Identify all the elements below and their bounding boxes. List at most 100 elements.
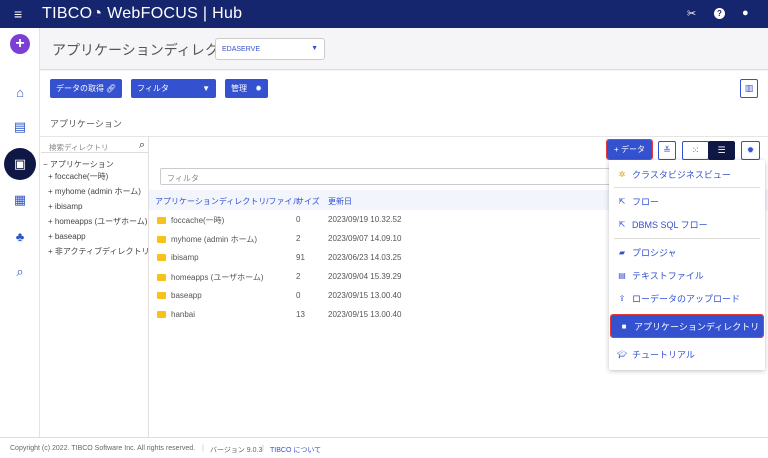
brand-logo: TIBCO◔ WebFOCUS | Hub [42, 5, 243, 22]
menu-item-tutorial[interactable]: 🎓︎ チュートリアル [609, 344, 765, 364]
filter-button[interactable]: フィルタ ▼ [131, 79, 216, 98]
settings-button[interactable]: ✹ [741, 141, 760, 160]
folder-icon [157, 217, 166, 224]
menu-item-cluster-view[interactable]: ✲ クラスタビジネスビュー [609, 164, 765, 184]
search-icon[interactable]: ⌕ [8, 260, 32, 284]
row-name[interactable]: ibisamp [157, 253, 199, 262]
search-placeholder: 検索ディレクトリ [49, 143, 109, 152]
title-bar: アプリケーションディレクトリ EDASERVE ▼ [40, 28, 768, 70]
row-size: 13 [296, 310, 305, 319]
divider [614, 187, 760, 188]
divider [614, 238, 760, 239]
column-header[interactable]: サイズ [296, 196, 320, 207]
panel-toggle-button[interactable]: ▥ [740, 79, 758, 98]
row-date: 2023/06/23 14.03.25 [328, 253, 402, 262]
menu-item-dbms-sql-flow[interactable]: ⇱ DBMS SQL フロー [609, 214, 765, 234]
table-row[interactable]: homeapps (ユーザホーム) 2 2023/09/04 15.39.29 [149, 267, 609, 286]
sort-icon: ≚ [663, 145, 671, 155]
tree-item[interactable]: + homeapps (ユーザホーム) [43, 216, 149, 228]
flow-icon: ⇱ [618, 219, 626, 229]
get-data-button[interactable]: データの取得 🔗︎ [50, 79, 122, 98]
help-icon[interactable]: ? [714, 8, 725, 19]
row-size: 0 [296, 291, 301, 300]
hamburger-menu-icon[interactable]: ≡ [14, 6, 22, 22]
menu-item-upload[interactable]: ⇪ ローデータのアップロード [609, 288, 765, 308]
add-data-button[interactable]: + データ [606, 139, 653, 160]
menu-item-procedure[interactable]: ▰ プロシジャ [609, 242, 765, 262]
tree-item[interactable]: + ibisamp [43, 201, 149, 213]
server-select-value: EDASERVE [222, 46, 260, 53]
row-name[interactable]: homeapps (ユーザホーム) [157, 272, 264, 283]
folder-icon [157, 274, 166, 281]
table-row[interactable]: myhome (admin ホーム) 2 2023/09/07 14.09.10 [149, 229, 609, 248]
directory-tree: − アプリケーション + foccache(一時) + myhome (admi… [43, 159, 149, 258]
data-icon[interactable]: ▣ [4, 148, 36, 180]
tree-item[interactable]: + foccache(一時) [43, 171, 149, 183]
folder-icon [157, 254, 166, 261]
manage-button[interactable]: 管理 ✹ [225, 79, 268, 98]
chevron-down-icon: ▼ [311, 45, 318, 52]
column-header[interactable]: 更新日 [328, 196, 352, 207]
list-view-button[interactable]: ☰ [708, 141, 735, 160]
add-icon[interactable]: + [10, 34, 30, 54]
tree-item[interactable]: + baseapp [43, 231, 149, 243]
row-size: 2 [296, 272, 301, 281]
user-icon[interactable]: ● [742, 7, 749, 19]
scroll-icon: ▰ [618, 247, 626, 257]
row-name[interactable]: hanbai [157, 310, 195, 319]
row-date: 2023/09/19 10.32.52 [328, 215, 402, 224]
row-size: 0 [296, 215, 301, 224]
row-size: 2 [296, 234, 301, 243]
filter-placeholder: フィルタ [167, 174, 199, 183]
column-header[interactable]: アプリケーションディレクトリ/ファイル [155, 196, 301, 207]
content-filter-input[interactable]: フィルタ [160, 168, 620, 185]
app-header: ≡ TIBCO◔ WebFOCUS | Hub ✂ ? ● [0, 0, 768, 28]
tree-search-input[interactable]: 検索ディレクトリ ⌕ [41, 139, 148, 153]
table-row[interactable]: baseapp 0 2023/09/15 13.00.40 [149, 286, 609, 305]
workspaces-icon[interactable]: ▦ [8, 188, 32, 212]
row-date: 2023/09/07 14.09.10 [328, 234, 402, 243]
section-label: アプリケーション [50, 119, 122, 129]
graduation-cap-icon: 🎓︎ [617, 349, 628, 359]
home-icon[interactable]: ⌂ [8, 80, 32, 104]
server-select[interactable]: EDASERVE ▼ [215, 38, 325, 60]
folder-icon [157, 292, 166, 299]
footer: Copyright (c) 2022. TIBCO Software Inc. … [0, 437, 768, 458]
folder-icon [157, 236, 166, 243]
side-rail: + ⌂ ▤ ▣ ▦ ♣ ⌕ [0, 28, 40, 437]
users-icon[interactable]: ♣ [8, 224, 32, 248]
menu-item-app-directory[interactable]: ■ アプリケーションディレクトリ [610, 314, 764, 338]
menu-item-text-file[interactable]: ▤ テキストファイル [609, 265, 765, 285]
search-icon[interactable]: ⌕ [139, 139, 145, 152]
table-row[interactable]: ibisamp 91 2023/06/23 14.03.25 [149, 248, 609, 267]
grid-view-button[interactable]: ⁙ [682, 141, 709, 160]
panel-icon: ▥ [744, 83, 754, 93]
table-row[interactable]: foccache(一時) 0 2023/09/19 10.32.52 [149, 210, 609, 229]
about-link[interactable]: TIBCO について [270, 445, 321, 455]
folder-icon [157, 311, 166, 318]
tree-item[interactable]: + 非アクティブディレクトリ [43, 246, 149, 258]
row-date: 2023/09/15 13.00.40 [328, 291, 402, 300]
cluster-icon: ✲ [618, 169, 626, 179]
row-size: 91 [296, 253, 305, 262]
funnel-icon: ▼ [202, 84, 210, 93]
menu-item-flow[interactable]: ⇱ フロー [609, 191, 765, 211]
grid-icon: ⁙ [691, 145, 700, 155]
tools-icon[interactable]: ✂ [687, 7, 696, 20]
table-row[interactable]: hanbai 13 2023/09/15 13.00.40 [149, 305, 609, 324]
upload-icon: ⇪ [618, 293, 626, 303]
version-text: バージョン 9.0.3 [210, 447, 263, 454]
reports-icon[interactable]: ▤ [8, 115, 32, 139]
row-name[interactable]: myhome (admin ホーム) [157, 234, 257, 245]
tree-root[interactable]: − アプリケーション [43, 159, 149, 171]
gear-icon: ✹ [255, 84, 262, 93]
row-date: 2023/09/04 15.39.29 [328, 272, 402, 281]
separator: | [262, 445, 264, 452]
tree-item[interactable]: + myhome (admin ホーム) [43, 186, 149, 198]
row-name[interactable]: baseapp [157, 291, 202, 300]
file-icon: ▤ [618, 270, 626, 280]
sort-button[interactable]: ≚ [658, 141, 676, 160]
gear-icon: ✹ [746, 145, 755, 155]
link-icon: 🔗︎ [105, 84, 116, 93]
row-name[interactable]: foccache(一時) [157, 215, 224, 226]
